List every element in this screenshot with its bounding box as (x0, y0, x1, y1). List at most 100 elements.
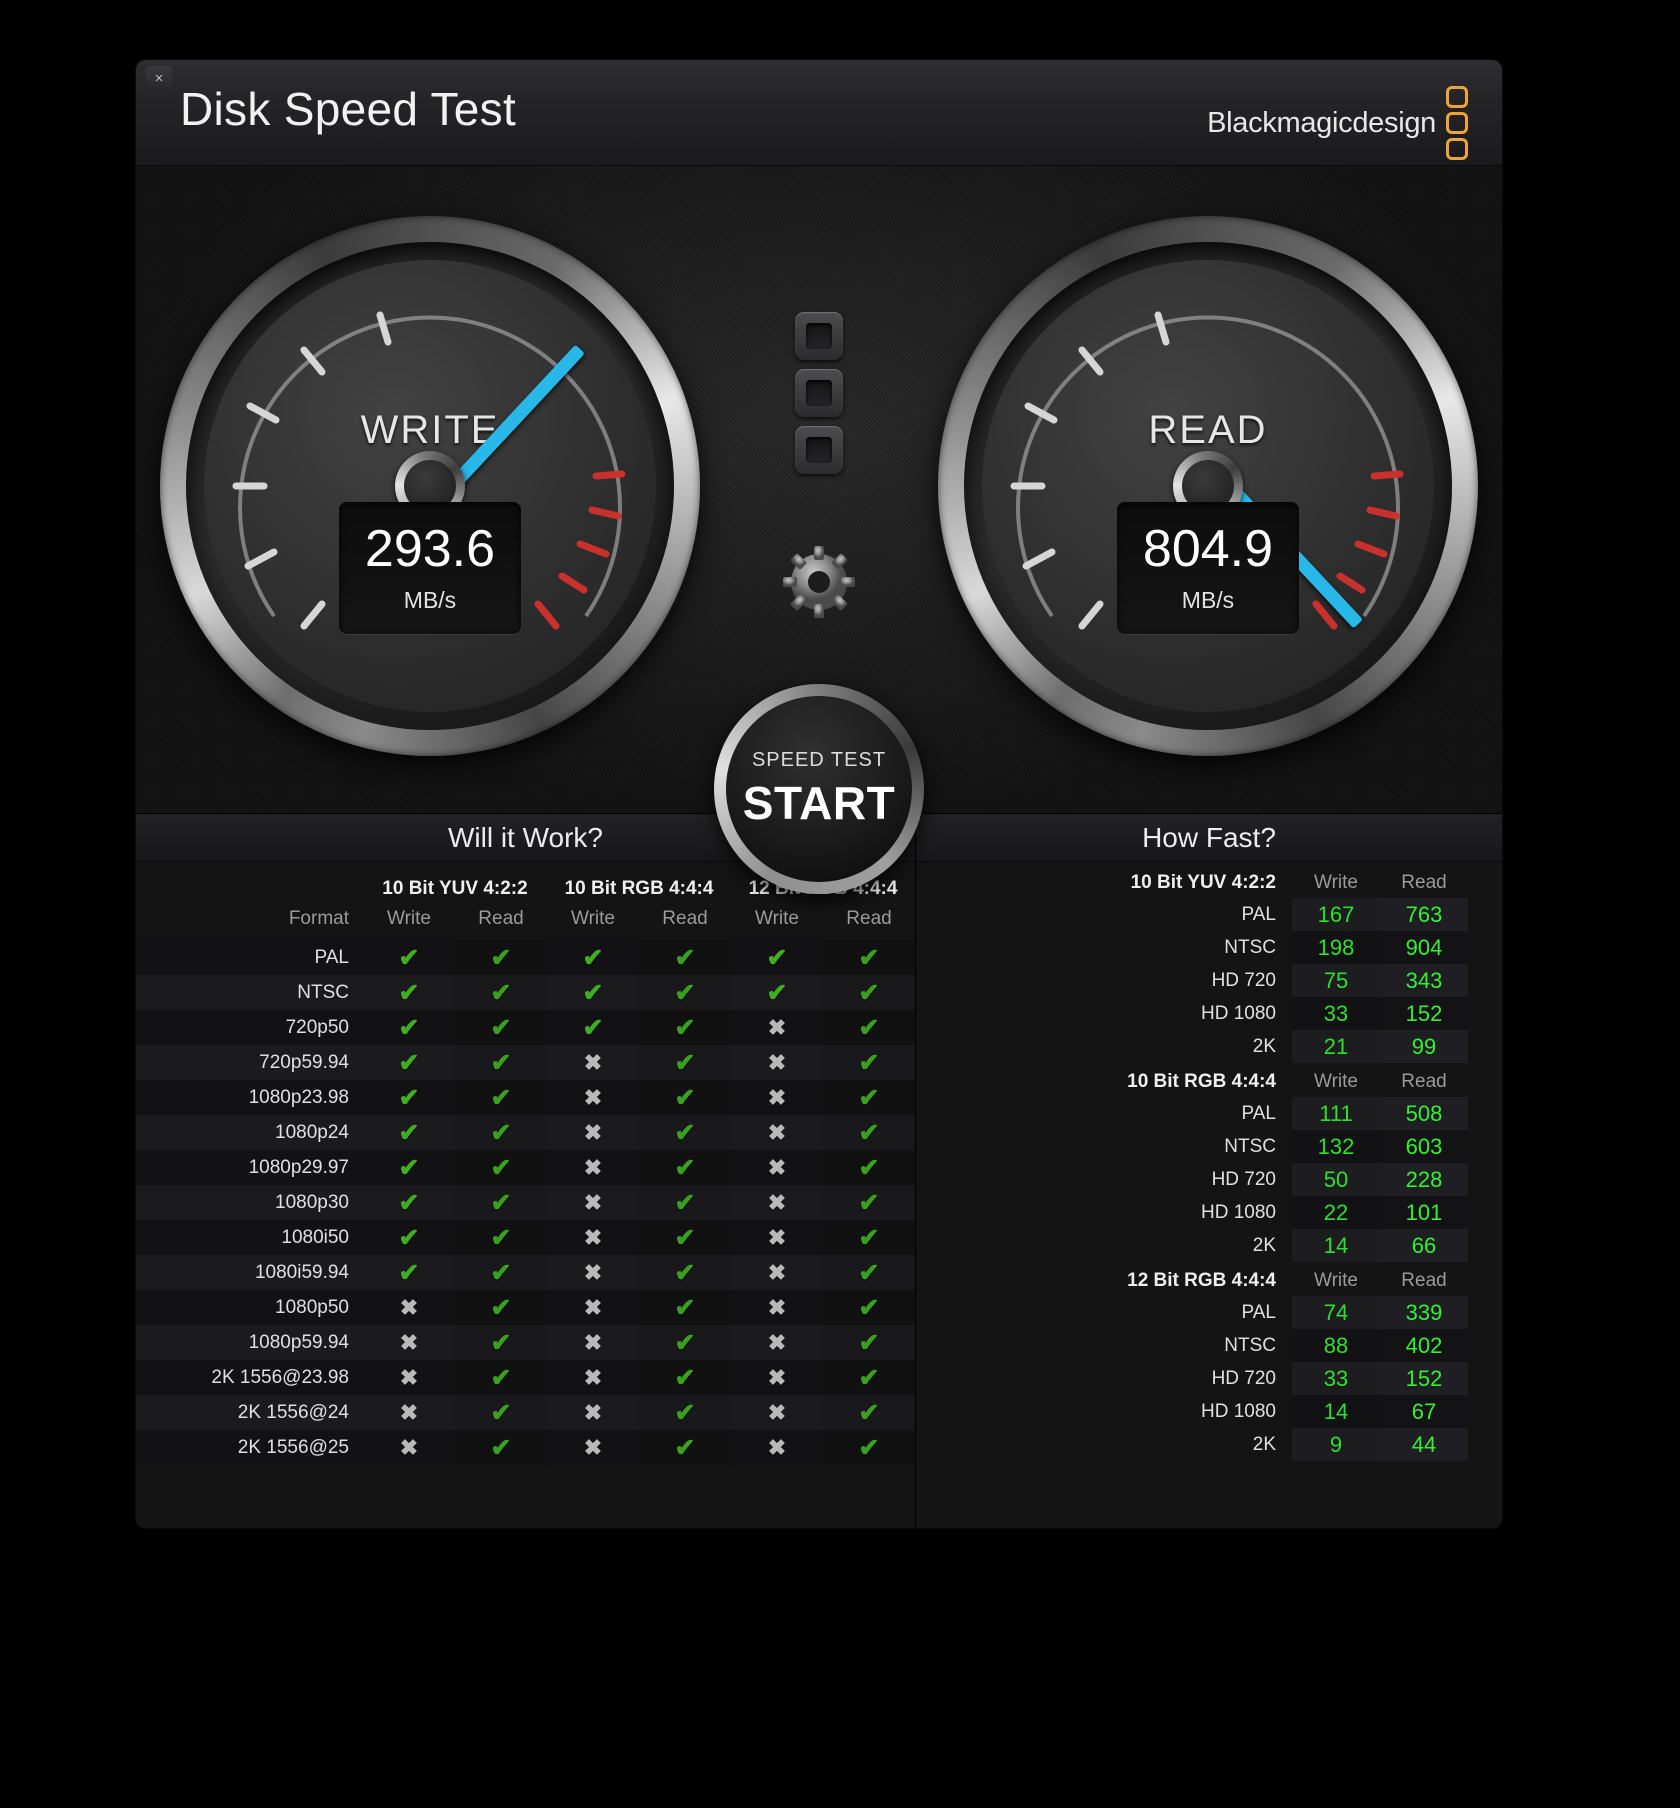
how-fast-read-value: 603 (1380, 1130, 1468, 1163)
supported-check-icon: ✔ (639, 1290, 731, 1325)
how-fast-write-value: 198 (1292, 931, 1380, 964)
format-cell: 1080i59.94 (136, 1255, 363, 1290)
unsupported-cross-icon: ✖ (547, 1045, 639, 1080)
supported-check-icon: ✔ (639, 1080, 731, 1115)
unsupported-cross-icon: ✖ (731, 1010, 823, 1045)
how-fast-row-label: HD 1080 (1201, 1002, 1276, 1024)
indicator-stack (795, 312, 843, 474)
supported-check-icon: ✔ (823, 1325, 915, 1360)
how-fast-write-value: 167 (1292, 898, 1380, 931)
format-cell: 1080p50 (136, 1290, 363, 1325)
subheader-1: Read (478, 908, 524, 929)
how-fast-read-value: 101 (1380, 1196, 1468, 1229)
table-row: 1080p23.98 ✔ ✔ ✖ ✔ ✖ ✔ (136, 1080, 915, 1115)
supported-check-icon: ✔ (363, 1255, 455, 1290)
supported-check-icon: ✔ (363, 1220, 455, 1255)
unsupported-cross-icon: ✖ (731, 1360, 823, 1395)
how-fast-read-header: Read (1401, 872, 1447, 893)
unsupported-cross-icon: ✖ (731, 1255, 823, 1290)
read-gauge-scale (1010, 311, 1404, 630)
supported-check-icon: ✔ (823, 1150, 915, 1185)
how-fast-group-header: 12 Bit RGB 4:4:4 Write Read (934, 1270, 1468, 1296)
unsupported-cross-icon: ✖ (547, 1325, 639, 1360)
supported-check-icon: ✔ (823, 1010, 915, 1045)
subheader-3: Read (662, 908, 708, 929)
read-gauge: READ 804.9 MB/s (938, 216, 1478, 756)
how-fast-read-value: 152 (1380, 997, 1468, 1030)
read-gauge-label: READ (1148, 408, 1268, 452)
unsupported-cross-icon: ✖ (731, 1395, 823, 1430)
supported-check-icon: ✔ (455, 1395, 547, 1430)
brand-square-2 (1446, 112, 1468, 134)
brand-marks (1446, 86, 1468, 160)
how-fast-row: 2K 21 99 (934, 1030, 1468, 1063)
supported-check-icon: ✔ (639, 1395, 731, 1430)
supported-check-icon: ✔ (455, 1045, 547, 1080)
speed-test-start-button[interactable]: SPEED TEST START (714, 684, 924, 894)
supported-check-icon: ✔ (455, 1150, 547, 1185)
unsupported-cross-icon: ✖ (547, 1080, 639, 1115)
write-gauge-scale (232, 311, 626, 630)
supported-check-icon: ✔ (639, 1325, 731, 1360)
group-header-rgb10: 10 Bit RGB 4:4:4 (564, 878, 714, 899)
how-fast-row-label: HD 720 (1211, 1367, 1276, 1389)
supported-check-icon: ✔ (547, 1010, 639, 1045)
supported-check-icon: ✔ (639, 1150, 731, 1185)
write-value: 293.6 (364, 519, 496, 578)
supported-check-icon: ✔ (363, 1080, 455, 1115)
format-cell: 720p59.94 (136, 1045, 363, 1080)
format-cell: 1080p29.97 (136, 1150, 363, 1185)
subheader-2: Write (571, 908, 615, 929)
supported-check-icon: ✔ (823, 1430, 915, 1465)
how-fast-row-label: HD 720 (1211, 1168, 1276, 1190)
how-fast-row: HD 720 75 343 (934, 964, 1468, 997)
format-column-header: Format (288, 908, 349, 929)
sub-header-row: Format Write Read Write Read Write Read (136, 904, 915, 940)
how-fast-header: How Fast? (916, 814, 1502, 862)
table-row: 1080i50 ✔ ✔ ✖ ✔ ✖ ✔ (136, 1220, 915, 1255)
table-row: 1080p30 ✔ ✔ ✖ ✔ ✖ ✔ (136, 1185, 915, 1220)
unsupported-cross-icon: ✖ (547, 1290, 639, 1325)
unsupported-cross-icon: ✖ (547, 1430, 639, 1465)
how-fast-group-title: 12 Bit RGB 4:4:4 (1127, 1270, 1276, 1291)
gear-icon[interactable] (781, 544, 857, 620)
supported-check-icon: ✔ (455, 1430, 547, 1465)
unsupported-cross-icon: ✖ (363, 1395, 455, 1430)
unsupported-cross-icon: ✖ (731, 1115, 823, 1150)
write-unit: MB/s (403, 586, 457, 613)
supported-check-icon: ✔ (823, 940, 915, 975)
unsupported-cross-icon: ✖ (731, 1220, 823, 1255)
table-row: 1080i59.94 ✔ ✔ ✖ ✔ ✖ ✔ (136, 1255, 915, 1290)
unsupported-cross-icon: ✖ (731, 1080, 823, 1115)
disk-speed-test-window: × Disk Speed Test Blackmagicdesign WRITE… (136, 60, 1502, 1528)
page-title: Disk Speed Test (180, 83, 517, 135)
format-cell: 720p50 (136, 1010, 363, 1045)
how-fast-write-value: 14 (1292, 1229, 1380, 1262)
how-fast-write-value: 132 (1292, 1130, 1380, 1163)
how-fast-write-value: 50 (1292, 1163, 1380, 1196)
format-cell: 1080p59.94 (136, 1325, 363, 1360)
how-fast-group-header: 10 Bit YUV 4:2:2 Write Read (934, 872, 1468, 898)
supported-check-icon: ✔ (455, 1115, 547, 1150)
supported-check-icon: ✔ (363, 940, 455, 975)
will-it-work-rows: PAL ✔ ✔ ✔ ✔ ✔ ✔ NTSC ✔ ✔ ✔ ✔ ✔ ✔ 720p50 ✔ ✔ ✔ ✔ ✖ ✔ 720p59.94… (136, 940, 915, 1465)
how-fast-read-value: 508 (1380, 1097, 1468, 1130)
unsupported-cross-icon: ✖ (547, 1220, 639, 1255)
supported-check-icon: ✔ (823, 1045, 915, 1080)
unsupported-cross-icon: ✖ (547, 1255, 639, 1290)
table-row: PAL ✔ ✔ ✔ ✔ ✔ ✔ (136, 940, 915, 975)
supported-check-icon: ✔ (455, 940, 547, 975)
format-cell: 1080p30 (136, 1185, 363, 1220)
how-fast-row-label: HD 1080 (1201, 1400, 1276, 1422)
format-cell: 1080p23.98 (136, 1080, 363, 1115)
write-gauge-hub (395, 451, 465, 521)
supported-check-icon: ✔ (455, 975, 547, 1010)
unsupported-cross-icon: ✖ (547, 1360, 639, 1395)
supported-check-icon: ✔ (455, 1290, 547, 1325)
close-icon[interactable]: × (146, 66, 172, 92)
supported-check-icon: ✔ (639, 1255, 731, 1290)
how-fast-row-label: PAL (1241, 1301, 1276, 1323)
indicator-lamp-1 (795, 312, 843, 360)
how-fast-write-header: Write (1314, 872, 1358, 893)
format-cell: 2K 1556@24 (136, 1395, 363, 1430)
